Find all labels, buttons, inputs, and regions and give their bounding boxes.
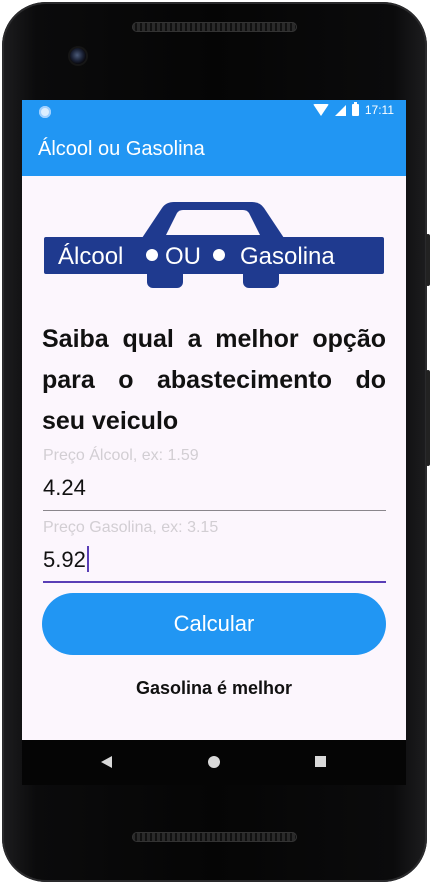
result-text: Gasolina é melhor [135, 678, 293, 698]
home-icon[interactable] [208, 756, 220, 768]
alcohol-price-hint: Preço Álcool, ex: 1.59 [43, 447, 199, 464]
gas-price-input-wrapper[interactable]: 5.92 [43, 546, 89, 573]
notification-dot-icon [39, 106, 51, 118]
battery-icon [351, 102, 359, 116]
calculate-button[interactable]: Calcular [42, 593, 386, 655]
logo-car-window [166, 210, 260, 235]
logo-text-gasolina: Gasolina [240, 243, 335, 270]
headline: Saiba qual a melhor opção para o abastec… [42, 325, 386, 435]
system-nav-bar [22, 740, 406, 785]
app-title: Álcool ou Gasolina [38, 138, 205, 160]
volume-button [426, 370, 430, 466]
bottom-speaker [132, 832, 297, 842]
app-screen: 17:11 Álcool ou Gasolina Álcool OU Gasol… [22, 100, 406, 740]
logo-car-wheel-right-icon [243, 268, 279, 288]
alcohol-price-underline [43, 510, 386, 511]
wifi-icon [312, 104, 329, 116]
logo-dot-right [213, 249, 225, 261]
alcool-ou-gasolina-logo: Álcool OU Gasolina [44, 202, 384, 288]
back-icon[interactable] [101, 756, 112, 768]
gas-price-input[interactable]: 5.92 [43, 547, 86, 572]
signal-icon [334, 104, 346, 116]
logo-dot-left [146, 249, 158, 261]
logo-car-wheel-left-icon [147, 268, 183, 288]
app-bar: Álcool ou Gasolina [22, 124, 406, 176]
logo-text-alcool: Álcool [58, 243, 123, 270]
gas-price-hint: Preço Gasolina, ex: 3.15 [43, 519, 219, 536]
alcohol-price-input[interactable]: 4.24 [43, 475, 86, 501]
recents-icon[interactable] [315, 756, 326, 767]
logo-text-ou: OU [165, 243, 201, 270]
front-camera [70, 48, 86, 64]
status-time: 17:11 [364, 103, 394, 117]
status-icons: 17:11 [312, 102, 394, 117]
top-speaker [132, 22, 297, 32]
power-button [426, 234, 430, 286]
status-bar: 17:11 [22, 100, 406, 124]
gas-price-underline [43, 581, 386, 583]
text-cursor [86, 546, 89, 572]
